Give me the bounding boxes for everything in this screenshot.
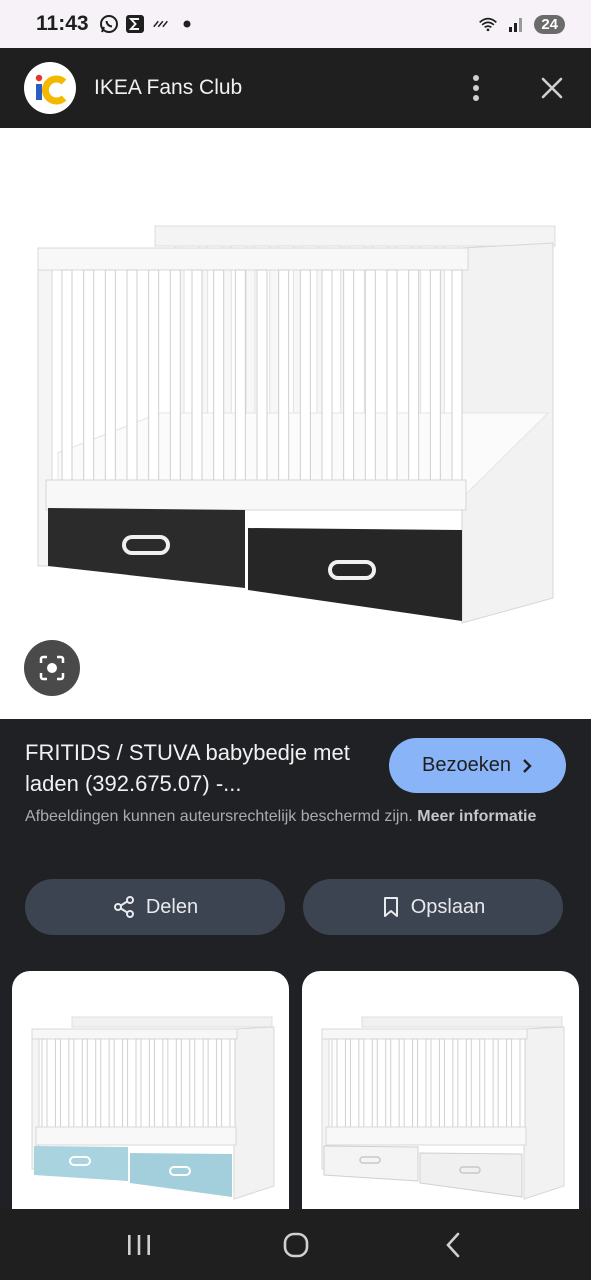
crib-illustration xyxy=(37,225,556,624)
whatsapp-icon xyxy=(99,14,119,34)
crib-slat xyxy=(408,269,420,483)
system-nav-bar xyxy=(0,1209,591,1280)
crib-slat xyxy=(126,269,138,483)
crib-slat xyxy=(519,1038,526,1130)
crib-slat xyxy=(321,269,333,483)
crib-slat xyxy=(229,1038,236,1130)
crib-slat xyxy=(148,1038,155,1130)
crib-slat xyxy=(202,1038,209,1130)
crib-slat xyxy=(386,269,398,483)
sigma-icon xyxy=(125,14,145,34)
crib-slat xyxy=(169,269,181,483)
crib-slat xyxy=(256,269,268,483)
site-title: IKEA Fans Club xyxy=(94,76,243,99)
crib-slat xyxy=(81,1038,88,1130)
site-logo xyxy=(24,62,76,114)
status-time: 11:43 xyxy=(36,12,89,35)
more-info-link[interactable]: Meer informatie xyxy=(417,808,536,825)
crib-slat xyxy=(425,1038,432,1130)
lens-icon xyxy=(39,655,65,681)
crib-slat xyxy=(465,1038,472,1130)
crib-slat xyxy=(104,269,116,483)
related-image-card[interactable] xyxy=(12,971,289,1211)
crib-slat xyxy=(364,269,376,483)
crib-slat xyxy=(83,269,95,483)
crib-slat xyxy=(398,1038,405,1130)
dot-icon xyxy=(177,14,197,34)
chevron-right-icon xyxy=(523,758,532,773)
crib-slat xyxy=(213,269,225,483)
back-icon[interactable] xyxy=(433,1225,473,1265)
crib-slat xyxy=(438,1038,445,1130)
copyright-notice: Afbeeldingen kunnen auteursrechtelijk be… xyxy=(25,804,565,829)
signal-icon xyxy=(506,14,526,34)
share-button[interactable]: Delen xyxy=(25,879,285,935)
bookmark-icon xyxy=(383,897,398,917)
crib-slat xyxy=(343,269,355,483)
visit-button[interactable]: Bezoeken xyxy=(389,738,566,793)
crib-slat xyxy=(452,1038,459,1130)
crib-white-drawers-image xyxy=(321,1016,565,1200)
crib-slat xyxy=(299,269,311,483)
close-icon[interactable] xyxy=(537,73,567,103)
crib-slat xyxy=(385,1038,392,1130)
crib-slat xyxy=(148,269,160,483)
share-icon xyxy=(113,896,134,918)
app-header: IKEA Fans Club xyxy=(0,48,591,128)
result-info: FRITIDS / STUVA babybedje met laden (392… xyxy=(0,719,591,1211)
crib-slat xyxy=(61,269,73,483)
crib-slat xyxy=(344,1038,351,1130)
crib-slat xyxy=(278,269,290,483)
crib-slat xyxy=(506,1038,513,1130)
crib-slat xyxy=(122,1038,129,1130)
save-label: Opslaan xyxy=(410,895,486,918)
crib-slat xyxy=(216,1038,223,1130)
crib-slat xyxy=(234,269,246,483)
crib-slat xyxy=(189,1038,196,1130)
home-icon[interactable] xyxy=(276,1225,316,1265)
crib-slat xyxy=(162,1038,169,1130)
wifi-icon xyxy=(478,14,498,34)
crib-slat xyxy=(68,1038,75,1130)
status-bar: 11:43 24 xyxy=(0,0,591,48)
crib-slat xyxy=(451,269,463,483)
crib-slat xyxy=(95,1038,102,1130)
recent-apps-icon[interactable] xyxy=(119,1225,159,1265)
crib-slat xyxy=(191,269,203,483)
lens-search-button[interactable] xyxy=(24,640,80,696)
crib-slat xyxy=(358,1038,365,1130)
visit-button-label: Bezoeken xyxy=(422,754,511,776)
crib-slat xyxy=(412,1038,419,1130)
save-button[interactable]: Opslaan xyxy=(303,879,563,935)
related-image-card[interactable] xyxy=(302,971,579,1211)
crib-slat xyxy=(371,1038,378,1130)
crib-slat xyxy=(108,1038,115,1130)
share-label: Delen xyxy=(145,895,199,918)
result-title[interactable]: FRITIDS / STUVA babybedje met laden (392… xyxy=(25,737,370,799)
crib-slat xyxy=(54,1038,61,1130)
crib-slat xyxy=(429,269,441,483)
crib-slat xyxy=(175,1038,182,1130)
crib-slat xyxy=(135,1038,142,1130)
copyright-text: Afbeeldingen kunnen auteursrechtelijk be… xyxy=(25,808,413,825)
crib-slat xyxy=(269,245,280,417)
crib-slat xyxy=(245,245,256,417)
product-image[interactable] xyxy=(0,128,591,719)
crib-slat xyxy=(492,1038,499,1130)
crib-blue-drawers-image xyxy=(31,1016,275,1200)
ic-logo-icon xyxy=(35,74,67,105)
crib-slat xyxy=(479,1038,486,1130)
more-vert-icon[interactable] xyxy=(461,73,491,103)
battery-level: 24 xyxy=(534,14,565,34)
wind-icon xyxy=(151,14,171,34)
crib-slat xyxy=(41,1038,48,1130)
crib-slat xyxy=(331,1038,338,1130)
